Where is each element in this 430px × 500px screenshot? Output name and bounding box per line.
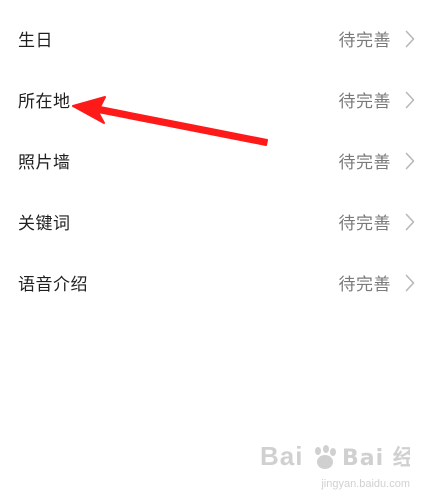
profile-settings-list: 生日 待完善 所在地 待完善 照片墙 待完善 关键词 待完善 语音介绍 待完善 <box>0 8 430 313</box>
row-location[interactable]: 所在地 待完善 <box>0 69 430 130</box>
row-birthday[interactable]: 生日 待完善 <box>0 8 430 69</box>
svg-text:Bai 经验: Bai 经验 <box>342 445 410 471</box>
row-value: 待完善 <box>338 275 391 295</box>
row-value: 待完善 <box>338 92 391 112</box>
row-label: 语音介绍 <box>18 275 88 295</box>
row-photo-wall[interactable]: 照片墙 待完善 <box>0 130 430 191</box>
baidu-jingyan-watermark: Bai Bai 经验 jingyan.baidu.com <box>260 441 430 490</box>
row-voice-intro[interactable]: 语音介绍 待完善 <box>0 252 430 313</box>
row-label: 所在地 <box>18 92 71 112</box>
watermark-url: jingyan.baidu.com <box>321 478 410 490</box>
chevron-right-icon <box>404 151 416 171</box>
svg-text:Bai: Bai <box>260 441 303 471</box>
row-keywords[interactable]: 关键词 待完善 <box>0 191 430 252</box>
row-label: 生日 <box>18 31 53 51</box>
row-label: 关键词 <box>18 214 71 234</box>
watermark-logo: Bai Bai 经验 <box>260 441 430 480</box>
row-value: 待完善 <box>338 214 391 234</box>
row-label: 照片墙 <box>18 153 71 173</box>
chevron-right-icon <box>404 29 416 49</box>
row-value: 待完善 <box>338 153 391 173</box>
chevron-right-icon <box>404 273 416 293</box>
chevron-right-icon <box>404 90 416 110</box>
chevron-right-icon <box>404 212 416 232</box>
row-value: 待完善 <box>338 31 391 51</box>
